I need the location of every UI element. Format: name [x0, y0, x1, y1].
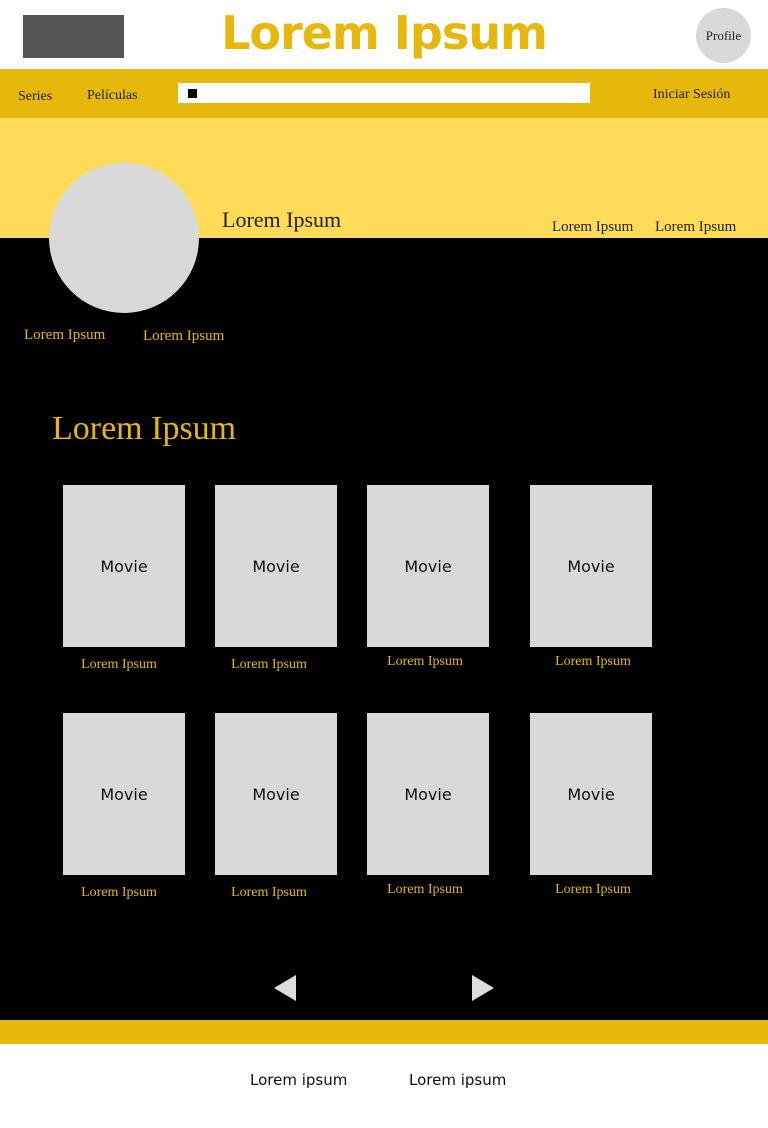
- search-icon: [188, 89, 197, 98]
- prev-page-icon[interactable]: [274, 975, 296, 1001]
- movie-caption[interactable]: Lorem Ipsum: [39, 657, 199, 673]
- movie-card[interactable]: Movie: [215, 485, 337, 647]
- movie-caption[interactable]: Lorem Ipsum: [39, 885, 199, 901]
- banner-link-1[interactable]: Lorem Ipsum: [552, 219, 633, 236]
- profile-link-2[interactable]: Lorem Ipsum: [143, 328, 224, 345]
- login-link[interactable]: Iniciar Sesión: [653, 87, 730, 103]
- movie-card[interactable]: Movie: [530, 485, 652, 647]
- profile-button[interactable]: Profile: [696, 8, 751, 63]
- footer-bar: [0, 1020, 768, 1044]
- next-page-icon[interactable]: [472, 975, 494, 1001]
- banner-link-2[interactable]: Lorem Ipsum: [655, 219, 736, 236]
- profile-link-1[interactable]: Lorem Ipsum: [24, 327, 105, 344]
- nav-link-series[interactable]: Series: [18, 89, 52, 105]
- movie-caption[interactable]: Lorem Ipsum: [513, 882, 673, 898]
- movie-caption[interactable]: Lorem Ipsum: [189, 885, 349, 901]
- section-title: Lorem Ipsum: [52, 410, 237, 447]
- movie-card[interactable]: Movie: [63, 485, 185, 647]
- movie-card[interactable]: Movie: [367, 713, 489, 875]
- movie-caption[interactable]: Lorem Ipsum: [345, 882, 505, 898]
- avatar: [49, 163, 199, 313]
- movie-card[interactable]: Movie: [530, 713, 652, 875]
- footer-link-2[interactable]: Lorem ipsum: [409, 1071, 506, 1089]
- nav-link-peliculas[interactable]: Películas: [87, 88, 138, 104]
- movie-card[interactable]: Movie: [367, 485, 489, 647]
- search-input[interactable]: [178, 83, 590, 103]
- profile-name: Lorem Ipsum: [222, 207, 342, 232]
- movie-caption[interactable]: Lorem Ipsum: [345, 654, 505, 670]
- movie-card[interactable]: Movie: [215, 713, 337, 875]
- site-title: Lorem Ipsum: [221, 6, 548, 60]
- movie-card[interactable]: Movie: [63, 713, 185, 875]
- movie-caption[interactable]: Lorem Ipsum: [189, 657, 349, 673]
- movie-caption[interactable]: Lorem Ipsum: [513, 654, 673, 670]
- footer-link-1[interactable]: Lorem ipsum: [250, 1071, 347, 1089]
